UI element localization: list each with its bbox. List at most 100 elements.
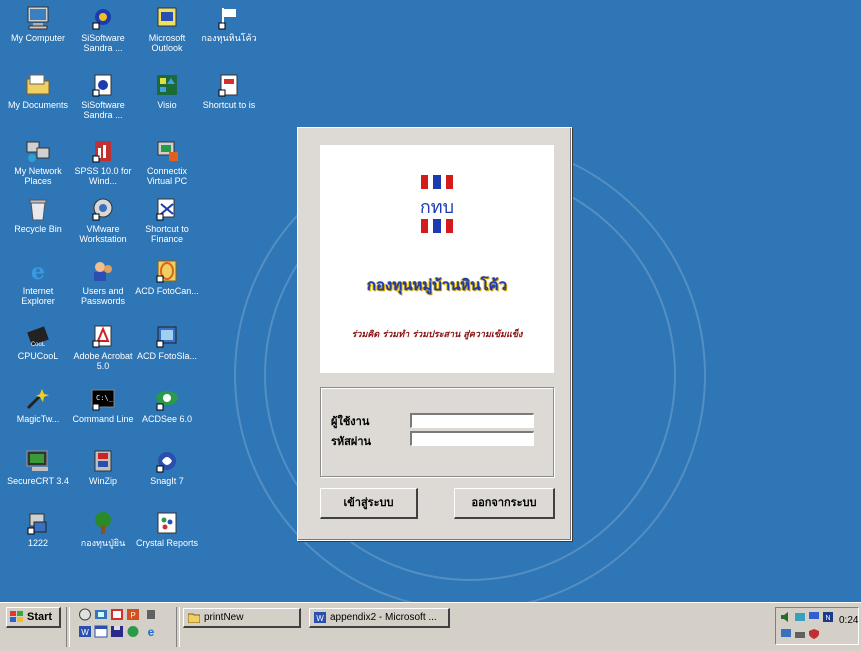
network-quicklaunch-icon[interactable] (94, 608, 108, 621)
monitor-tray-icon[interactable] (780, 628, 792, 640)
desktop-icon-label: SnagIt 7 (150, 476, 184, 486)
virtualpc-icon (153, 138, 181, 164)
calendar-quicklaunch-icon[interactable] (94, 625, 108, 638)
tool-quicklaunch-icon[interactable] (144, 608, 158, 621)
svg-text:N: N (825, 615, 830, 622)
desktop-icon-connectix-virtual-pc[interactable]: Connectix Virtual PC (132, 138, 202, 186)
desktop-icon-winzip[interactable]: WinZip (68, 448, 138, 486)
shortcut-icon (215, 72, 243, 98)
taskbar: Start P W e printNew W appendix2 - Micro… (0, 602, 861, 651)
desktop-icon-my-computer[interactable]: My Computer (3, 5, 73, 43)
svg-text:W: W (81, 628, 89, 637)
desktop-icon-sisoftware-sandra-2[interactable]: SiSoftware Sandra ... (68, 72, 138, 120)
desktop-icon-fund-shortcut[interactable]: กองทุนหินโค้ว (194, 5, 264, 43)
desktop-icon-label: ACDSee 6.0 (141, 414, 193, 424)
printer-tray-icon[interactable] (794, 628, 806, 640)
word-quicklaunch-icon[interactable]: W (78, 625, 92, 638)
svg-text:e: e (31, 259, 45, 284)
word-icon: W (314, 612, 326, 623)
spss-icon (89, 138, 117, 164)
desktop-icon-shortcut-to-is[interactable]: Shortcut to is (194, 72, 264, 110)
desktop-icon-cpucool[interactable]: CooL CPUCooL (3, 323, 73, 361)
desktop-icon-visio[interactable]: Visio (132, 72, 202, 110)
desktop-icon-label: Shortcut to is (202, 100, 256, 110)
desktop-icon-label: 1222 (27, 538, 49, 548)
display-tray-icon[interactable] (808, 611, 820, 623)
desktop-icon-label: WinZip (88, 476, 117, 486)
desktop-icon-label: Internet Explorer (21, 286, 55, 306)
task-label: printNew (204, 612, 244, 623)
desktop-icon-label: SiSoftware Sandra ... (81, 33, 125, 53)
svg-text:C:\_: C:\_ (96, 394, 114, 402)
desktop-icon-command-line[interactable]: C:\_ Command Line (68, 386, 138, 424)
desktop-icon-internet-explorer[interactable]: e Internet Explorer (3, 258, 73, 306)
task-label: appendix2 - Microsoft ... (330, 612, 437, 623)
network-icon (24, 138, 52, 164)
visio-icon (153, 72, 181, 98)
login-banner: กทบ กองทุนหมู่บ้านหินโค้ว ร่วมคิด ร่วมทำ… (320, 145, 554, 373)
outlook-quicklaunch-icon[interactable] (78, 608, 92, 621)
desktop-icon-label: กองทุนหินโค้ว (201, 33, 257, 43)
acd-slate-icon (153, 323, 181, 349)
svg-text:P: P (130, 611, 135, 620)
desktop-icon-fund-tree[interactable]: กองทุนปู่ยิน (68, 510, 138, 548)
media-quicklaunch-icon[interactable] (126, 625, 140, 638)
desktop-icon-acd-fotocanvas[interactable]: ACD FotoCan... (132, 258, 202, 296)
desktop-icon-shortcut-to-finance[interactable]: Shortcut to Finance (132, 196, 202, 244)
desktop-icon-label: Command Line (72, 414, 134, 424)
desktop-icon-label: VMware Workstation (79, 224, 127, 244)
desktop-icon-label: Recycle Bin (14, 224, 62, 234)
desktop-icon-adobe-acrobat[interactable]: Adobe Acrobat 5.0 (68, 323, 138, 371)
desktop-icon-label: Users and Passwords (80, 286, 125, 306)
desktop-icon-vmware[interactable]: VMware Workstation (68, 196, 138, 244)
app-tray-icon[interactable]: N (822, 611, 834, 623)
desktop-icon-users-and-passwords[interactable]: Users and Passwords (68, 258, 138, 306)
desktop-icon-microsoft-outlook[interactable]: Microsoft Outlook (132, 5, 202, 53)
speaker-tray-icon[interactable] (780, 611, 792, 623)
desktop-icon-label: My Computer (10, 33, 65, 43)
desktop-icon-crystal-reports[interactable]: Crystal Reports (132, 510, 202, 548)
sandra-icon (89, 5, 117, 31)
terminal-icon (24, 448, 52, 474)
tree-icon (89, 510, 117, 536)
username-label: ผู้ใช้งาน (331, 415, 370, 428)
shield-tray-icon[interactable] (808, 628, 820, 640)
logo-text: กทบ (420, 197, 454, 218)
acdsee-icon (153, 386, 181, 412)
save-quicklaunch-icon[interactable] (110, 625, 124, 638)
desktop-icon-label: My Documents (7, 100, 69, 110)
svg-text:CooL: CooL (31, 342, 46, 348)
login-button[interactable]: เข้าสู่ระบบ (320, 488, 418, 519)
desktop-icon-acdsee[interactable]: ACDSee 6.0 (132, 386, 202, 424)
desktop-icon-acd-fotoslate[interactable]: ACD FotoSla... (132, 323, 202, 361)
desktop-icon-label: SiSoftware Sandra ... (81, 100, 125, 120)
ie-quicklaunch-icon[interactable]: e (144, 625, 158, 638)
task-printnew[interactable]: printNew (183, 608, 301, 628)
exit-button[interactable]: ออกจากระบบ (454, 488, 555, 519)
desktop-icon-my-network-places[interactable]: My Network Places (3, 138, 73, 186)
username-field[interactable] (410, 413, 534, 428)
desktop-icon-spss[interactable]: SPSS 10.0 for Wind... (68, 138, 138, 186)
snagit-icon (153, 448, 181, 474)
desktop-icon-recycle-bin[interactable]: Recycle Bin (3, 196, 73, 234)
task-appendix2[interactable]: W appendix2 - Microsoft ... (309, 608, 450, 628)
desktop-icon-securecrt[interactable]: SecureCRT 3.4 (3, 448, 73, 486)
powerpoint-quicklaunch-icon[interactable]: P (126, 608, 140, 621)
taskbar-separator (66, 607, 70, 647)
network-tray-icon[interactable] (794, 611, 806, 623)
desktop-icon-label: Connectix Virtual PC (146, 166, 188, 186)
system-tray: N 0:24 (775, 607, 859, 645)
login-window: กทบ กองทุนหมู่บ้านหินโค้ว ร่วมคิด ร่วมทำ… (297, 127, 572, 541)
clock: 0:24 (839, 615, 859, 626)
crystal-icon (153, 510, 181, 536)
desktop-icon-magictweak[interactable]: MagicTw... (3, 386, 73, 424)
password-field[interactable] (410, 431, 534, 446)
desktop-icon-my-documents[interactable]: My Documents (3, 72, 73, 110)
desktop-icon-snagit[interactable]: SnagIt 7 (132, 448, 202, 486)
vmware-icon (89, 196, 117, 222)
acd-canvas-icon (153, 258, 181, 284)
start-button[interactable]: Start (6, 607, 61, 628)
desktop-icon-item-1222[interactable]: 1222 (3, 510, 73, 548)
desktop-quicklaunch-icon[interactable] (110, 608, 124, 621)
desktop-icon-sisoftware-sandra-1[interactable]: SiSoftware Sandra ... (68, 5, 138, 53)
